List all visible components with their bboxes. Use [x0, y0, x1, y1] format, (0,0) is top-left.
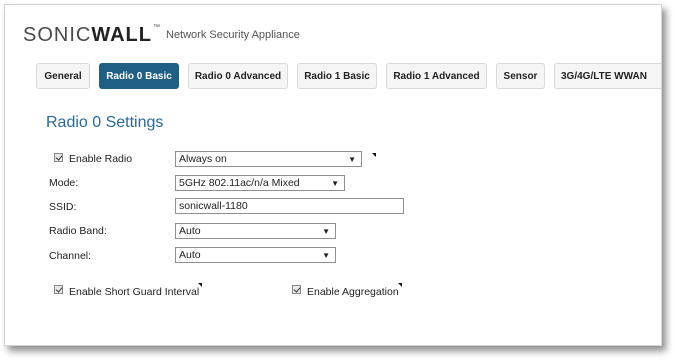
tooltip-marker-icon[interactable]: [398, 283, 402, 287]
channel-select[interactable]: Auto ▼: [175, 247, 336, 263]
tooltip-marker-icon[interactable]: [372, 153, 376, 157]
tab-general[interactable]: General: [36, 63, 90, 89]
enable-radio-checkbox[interactable]: [54, 153, 63, 162]
section-title: Radio 0 Settings: [46, 114, 164, 131]
mode-value: 5GHz 802.11ac/n/a Mixed: [179, 177, 300, 189]
short-guard-interval-label: Enable Short Guard Interval: [69, 286, 200, 298]
trademark-mark: ™: [153, 24, 161, 31]
logo-bold-text: WALL: [91, 24, 152, 46]
tab-radio-1-basic[interactable]: Radio 1 Basic: [297, 63, 377, 89]
enable-radio-value: Always on: [179, 153, 227, 165]
enable-radio-schedule-select[interactable]: Always on ▼: [175, 151, 362, 167]
channel-value: Auto: [179, 249, 201, 261]
tab-radio-0-advanced[interactable]: Radio 0 Advanced: [188, 63, 288, 89]
tooltip-marker-icon[interactable]: [198, 283, 202, 287]
sonicwall-logo: SONICWALL™: [23, 24, 161, 47]
chevron-down-icon: ▼: [331, 179, 339, 188]
logo-regular-text: SONIC: [23, 24, 92, 46]
mode-label: Mode:: [49, 177, 79, 189]
ssid-input[interactable]: sonicwall-1180: [175, 198, 404, 214]
settings-window: SONICWALL™ Network Security Appliance Ge…: [4, 4, 662, 346]
chevron-down-icon: ▼: [322, 227, 330, 236]
chevron-down-icon: ▼: [322, 251, 330, 260]
chevron-down-icon: ▼: [348, 155, 356, 164]
mode-select[interactable]: 5GHz 802.11ac/n/a Mixed ▼: [175, 175, 345, 191]
aggregation-label: Enable Aggregation: [307, 286, 399, 298]
tab-3g-4g-lte-wwan[interactable]: 3G/4G/LTE WWAN: [554, 63, 661, 89]
aggregation-checkbox[interactable]: [292, 285, 301, 294]
radio-band-label: Radio Band:: [49, 225, 107, 237]
tab-radio-1-advanced[interactable]: Radio 1 Advanced: [386, 63, 487, 89]
radio-band-select[interactable]: Auto ▼: [175, 223, 336, 239]
ssid-label: SSID:: [49, 201, 77, 213]
short-guard-interval-checkbox[interactable]: [54, 285, 63, 294]
product-name: Network Security Appliance: [166, 29, 300, 41]
channel-label: Channel:: [49, 250, 92, 262]
enable-radio-label: Enable Radio: [69, 153, 133, 165]
tab-radio-0-basic[interactable]: Radio 0 Basic: [99, 63, 179, 89]
tab-sensor[interactable]: Sensor: [496, 63, 545, 89]
radio-band-value: Auto: [179, 225, 201, 237]
